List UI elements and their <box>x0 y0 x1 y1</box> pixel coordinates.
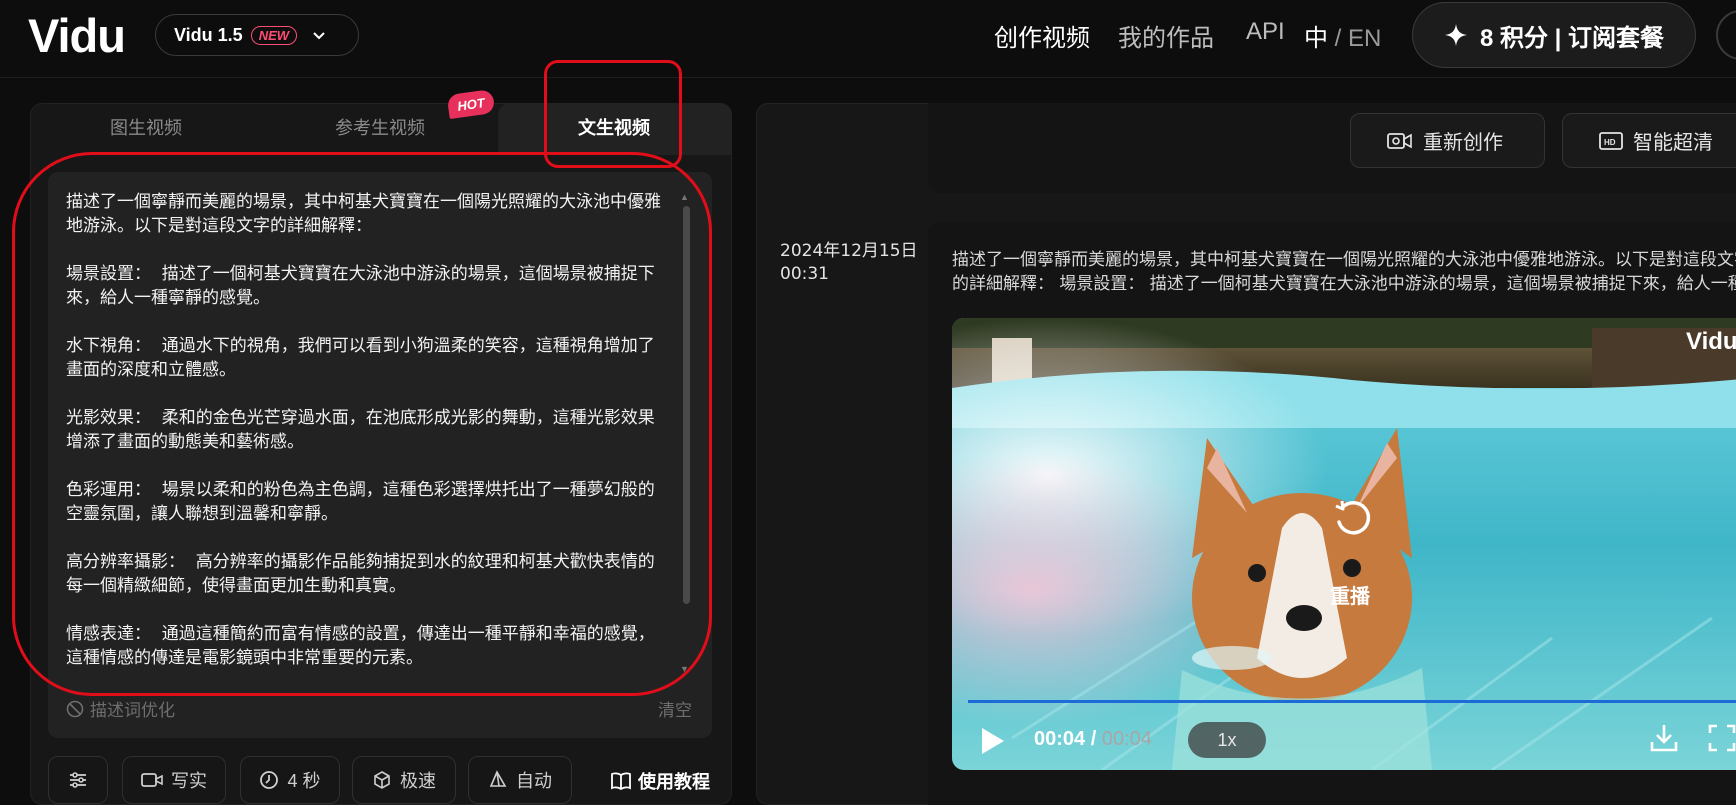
time-separator: / <box>1085 728 1102 750</box>
record-date-day: 2024年12月15日 <box>780 241 918 261</box>
svg-text:HD: HD <box>1604 138 1616 147</box>
replay-icon[interactable] <box>1330 494 1376 540</box>
nav-my-works[interactable]: 我的作品 <box>1118 18 1214 53</box>
lang-separator: / <box>1328 25 1349 52</box>
clear-button[interactable]: 清空 <box>658 696 692 721</box>
book-icon <box>611 772 631 791</box>
duration-button[interactable]: 4 秒 <box>240 756 340 804</box>
recreate-label: 重新创作 <box>1423 132 1503 154</box>
vidu-watermark: Vidu <box>1686 328 1736 355</box>
upscale-button[interactable]: HD 智能超清 <box>1562 113 1736 168</box>
speed-mode-label: 极速 <box>400 771 436 791</box>
language-switch[interactable]: 中 / EN <box>1304 18 1381 53</box>
disabled-circle-icon <box>66 700 84 717</box>
chevron-down-icon <box>313 32 325 40</box>
nav-create-video[interactable]: 创作视频 <box>994 18 1090 53</box>
upscale-label: 智能超清 <box>1633 132 1713 154</box>
cube-icon <box>374 771 390 789</box>
speed-mode-button[interactable]: 极速 <box>352 756 456 804</box>
result-description-line-2: 的詳細解釋： 場景設置： 描述了一個柯基犬寶寶在大泳池中游泳的場景，這個場景被捕… <box>952 274 1736 294</box>
video-progress-bar[interactable] <box>968 700 1736 703</box>
video-camera-icon <box>1387 132 1412 149</box>
tab-image-to-video[interactable]: 图生视频 <box>110 114 182 140</box>
download-icon[interactable] <box>1648 722 1680 754</box>
play-icon[interactable] <box>980 726 1006 756</box>
sparkle-icon <box>1444 24 1467 46</box>
credits-subscription-button[interactable]: 8 积分 | 订阅套餐 <box>1412 2 1696 68</box>
style-button[interactable]: 写实 <box>122 756 226 804</box>
annotation-highlight-ellipse <box>12 152 712 696</box>
replay-label[interactable]: 重播 <box>1330 580 1370 609</box>
auto-button[interactable]: 自动 <box>468 756 572 804</box>
result-description-line-1: 描述了一個寧靜而美麗的場景，其中柯基犬寶寶在一個陽光照耀的大泳池中優雅地游泳。以… <box>952 250 1736 270</box>
style-label: 写实 <box>171 771 207 791</box>
video-time: 00:04 / 00:04 <box>1034 728 1152 751</box>
new-badge: NEW <box>250 25 298 45</box>
sliders-icon <box>70 772 86 788</box>
tutorial-link[interactable]: 使用教程 <box>610 768 710 794</box>
duration-time: 00:04 <box>1101 728 1152 750</box>
nav-api[interactable]: API <box>1246 18 1285 46</box>
result-description[interactable]: 描述了一個寧靜而美麗的場景，其中柯基犬寶寶在一個陽光照耀的大泳池中優雅地游泳。以… <box>952 248 1736 296</box>
duration-label: 4 秒 <box>287 771 321 791</box>
vidu-logo[interactable]: Vidu <box>28 8 126 63</box>
fullscreen-icon[interactable] <box>1708 724 1736 752</box>
auto-label: 自动 <box>516 771 552 791</box>
model-selector[interactable]: Vidu 1.5 NEW <box>155 14 359 56</box>
credits-label: 8 积分 | 订阅套餐 <box>1479 24 1665 52</box>
recreate-button[interactable]: 重新创作 <box>1350 113 1545 168</box>
record-date: 2024年12月15日 00:31 <box>780 240 918 286</box>
playback-speed-button[interactable]: 1x <box>1188 722 1266 758</box>
lang-zh[interactable]: 中 <box>1304 25 1328 52</box>
model-name: Vidu 1.5 <box>174 24 243 45</box>
settings-button[interactable] <box>48 756 108 804</box>
current-time: 00:04 <box>1034 728 1086 750</box>
tutorial-label: 使用教程 <box>638 772 710 792</box>
optimize-label: 描述词优化 <box>90 701 175 720</box>
tab-reference-to-video[interactable]: 参考生视频 <box>335 114 425 140</box>
prompt-optimize-toggle[interactable]: 描述词优化 <box>66 696 175 721</box>
video-camera-icon <box>141 773 163 787</box>
lang-en[interactable]: EN <box>1348 25 1381 52</box>
sail-icon <box>489 770 507 787</box>
hd-icon: HD <box>1599 131 1623 150</box>
clock-icon <box>260 771 279 789</box>
record-date-time: 00:31 <box>780 264 829 284</box>
